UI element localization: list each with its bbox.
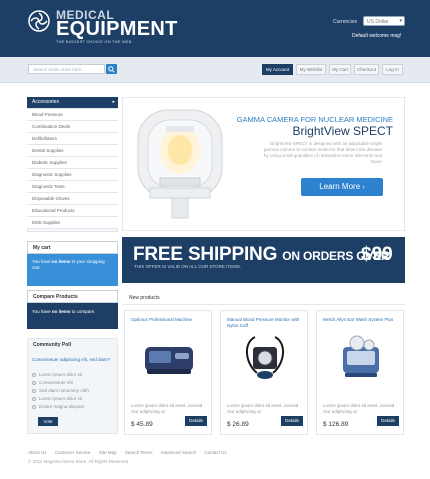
footer-link-site-map[interactable]: Site Map bbox=[99, 450, 117, 455]
poll-option-label: Lorem ipsum dolor sit bbox=[39, 372, 83, 377]
category-item[interactable]: Blood Pressure bbox=[27, 109, 118, 121]
poll-option[interactable]: Lorem ipsum dolor sit bbox=[32, 371, 114, 378]
chevron-right-icon: ▸ bbox=[112, 99, 115, 105]
product-name[interactable]: Manual Blood Pressure Monitor with Nylon… bbox=[227, 317, 305, 329]
product-image[interactable] bbox=[331, 333, 391, 381]
details-button[interactable]: Details bbox=[377, 416, 399, 426]
free-shipping-note: THIS OFFER IS VALID ON ALL OUR STORE ITE… bbox=[134, 264, 242, 269]
compare-body: You have no items to compare. bbox=[27, 303, 118, 329]
poll-option[interactable]: Sed diam nonummy nibh bbox=[32, 387, 114, 394]
nav-my-account[interactable]: My Account bbox=[262, 64, 293, 75]
product-image[interactable] bbox=[235, 333, 295, 381]
category-item[interactable]: Disposable Gloves bbox=[27, 193, 118, 205]
chevron-down-icon: ▾ bbox=[399, 18, 402, 24]
poll-option-label: Lorem ipsum dolor sit bbox=[39, 396, 83, 401]
logo-icon[interactable] bbox=[28, 10, 50, 32]
product-price: $ 126.89 bbox=[323, 421, 349, 428]
product-card: Optimus Professional Machine Lorem ipsum… bbox=[124, 310, 212, 435]
learn-more-label: Learn More bbox=[319, 182, 361, 191]
poll-option[interactable]: Dolore magna aliquam bbox=[32, 403, 114, 410]
footer-link-search-terms[interactable]: Search Terms bbox=[125, 450, 153, 455]
banner-text: BrightView SPECT is designed with an adj… bbox=[263, 141, 382, 164]
free-shipping-title: FREE SHIPPING ON ORDERS OVER bbox=[133, 244, 390, 266]
categories-heading-label: Accessories bbox=[32, 99, 59, 105]
search-button[interactable] bbox=[106, 64, 117, 74]
poll-option-label: Sed diam nonummy nibh bbox=[39, 388, 89, 393]
product-card: Welch Allyn Ear Wash System Plus Lorem i… bbox=[316, 310, 404, 435]
search-input[interactable]: Search entire store here... bbox=[28, 64, 105, 74]
radio-icon[interactable] bbox=[32, 404, 36, 409]
product-description: Lorem ipsum dolor sit amet, conced ctur … bbox=[323, 403, 395, 414]
learn-more-button[interactable]: Learn More › bbox=[301, 178, 383, 196]
footer-link-advanced-search[interactable]: Advanced Search bbox=[161, 450, 197, 455]
details-button[interactable]: Details bbox=[281, 416, 303, 426]
footer-links: About Us Customer Service Site Map Searc… bbox=[28, 450, 408, 455]
currency-label: Currencies bbox=[333, 19, 358, 25]
details-button[interactable]: Details bbox=[185, 416, 207, 426]
compare-heading: Compare Products bbox=[27, 290, 118, 303]
category-item[interactable]: Diagnostic Tests bbox=[27, 181, 118, 193]
nav-my-cart[interactable]: My Cart bbox=[329, 64, 351, 75]
product-name[interactable]: Welch Allyn Ear Wash System Plus bbox=[323, 317, 401, 323]
poll-option-label: Dolore magna aliquam bbox=[39, 404, 85, 409]
new-products-heading: New products bbox=[122, 287, 405, 305]
radio-icon[interactable] bbox=[32, 388, 36, 393]
gamma-camera-image bbox=[137, 109, 223, 219]
category-item[interactable]: EMS Supplies bbox=[27, 217, 118, 229]
product-price: $ 26.89 bbox=[227, 421, 249, 428]
cart-heading: My cart bbox=[27, 241, 118, 254]
compare-text-before: You have bbox=[32, 309, 51, 314]
currency-select[interactable]: US Dollar ▾ bbox=[363, 16, 405, 26]
product-description: Lorem ipsum dolor sit amet, conced ctur … bbox=[227, 403, 299, 414]
vote-button[interactable]: Vote bbox=[38, 417, 58, 426]
nav-log-in[interactable]: Log In bbox=[382, 64, 403, 75]
free-shipping-price: $99 bbox=[361, 244, 393, 265]
banner-kicker: GAMMA CAMERA FOR NUCLEAR MEDICINE bbox=[236, 115, 393, 124]
category-item[interactable]: Dental Supplies bbox=[27, 145, 118, 157]
product-price: $ 45.89 bbox=[131, 421, 153, 428]
compare-text-after: to compare. bbox=[71, 309, 96, 314]
cart-body: You have no items in your shopping cart. bbox=[27, 254, 118, 286]
poll-option[interactable]: Consectetuer elit bbox=[32, 379, 114, 386]
category-item[interactable]: Educational Products bbox=[27, 205, 118, 217]
category-item[interactable]: Defibrillators bbox=[27, 133, 118, 145]
product-name[interactable]: Optimus Professional Machine bbox=[131, 317, 209, 323]
logo-tagline: THE BIGGEST CHOICE ON THE WEB bbox=[56, 39, 132, 44]
footer-link-contact-us[interactable]: Contact Us bbox=[204, 450, 226, 455]
radio-icon[interactable] bbox=[32, 380, 36, 385]
category-item[interactable]: Diabetic Supplies bbox=[27, 157, 118, 169]
cart-text-before: You have bbox=[32, 259, 51, 264]
free-shipping-free: FREE SHIPPING bbox=[133, 244, 278, 265]
logo-text-main[interactable]: EQUIPMENT bbox=[56, 18, 178, 41]
footer-link-about[interactable]: About Us bbox=[28, 450, 47, 455]
chevron-right-icon: › bbox=[362, 184, 365, 191]
category-item[interactable]: Diagnostic Supplies bbox=[27, 169, 118, 181]
nav-my-wishlist[interactable]: My Wishlist bbox=[296, 64, 326, 75]
product-image[interactable] bbox=[139, 333, 199, 381]
radio-icon[interactable] bbox=[32, 372, 36, 377]
search-icon bbox=[108, 65, 115, 73]
currency-value: US Dollar bbox=[367, 19, 389, 25]
poll-heading: Community Poll bbox=[33, 342, 72, 348]
banner-title: BrightView SPECT bbox=[292, 124, 393, 138]
product-card: Manual Blood Pressure Monitor with Nylon… bbox=[220, 310, 308, 435]
poll-option[interactable]: Lorem ipsum dolor sit bbox=[32, 395, 114, 402]
category-item[interactable]: Combination Deals bbox=[27, 121, 118, 133]
footer-copyright: © 2011 Magento Demo Store. All Rights Re… bbox=[28, 459, 130, 464]
compare-text-bold: no items bbox=[51, 309, 71, 314]
poll-option-label: Consectetuer elit bbox=[39, 380, 73, 385]
poll-question: Consectetuer adipiscing elit, sed diam? bbox=[32, 357, 111, 362]
welcome-message: Default welcome msg! bbox=[352, 33, 402, 39]
product-description: Lorem ipsum dolor sit amet, conced ctur … bbox=[131, 403, 203, 414]
categories-heading[interactable]: Accessories ▸ bbox=[27, 97, 118, 108]
cart-text-bold: no items bbox=[51, 259, 71, 264]
nav-checkout[interactable]: Checkout bbox=[354, 64, 379, 75]
radio-icon[interactable] bbox=[32, 396, 36, 401]
footer-link-customer-service[interactable]: Customer Service bbox=[55, 450, 91, 455]
